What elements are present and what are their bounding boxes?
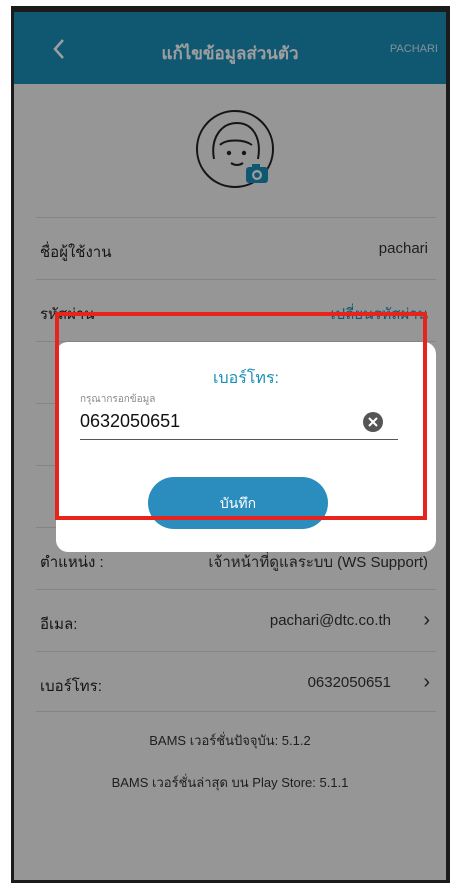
dialog-title: เบอร์โทร: — [212, 370, 279, 387]
screen: แก้ไขข้อมูลส่วนตัว PACHARI ชื่อผู้ใช้งาน… — [14, 12, 446, 880]
clear-icon[interactable] — [363, 412, 383, 432]
phone-edit-dialog: เบอร์โทร: กรุณากรอกข้อมูล บันทึก — [56, 342, 436, 552]
phone-input[interactable] — [80, 404, 398, 440]
save-button[interactable]: บันทึก — [148, 477, 328, 529]
